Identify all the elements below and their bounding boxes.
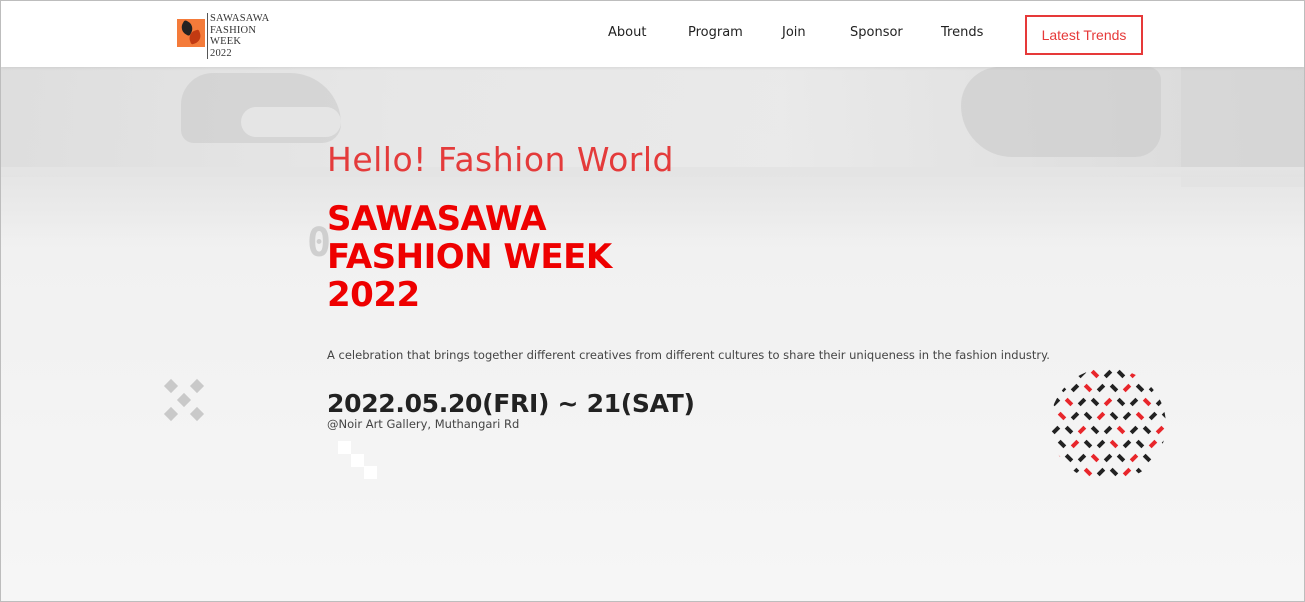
pattern-dash [1122, 439, 1132, 449]
hero-title-line-3: 2022 [327, 275, 420, 315]
pattern-dash [1083, 383, 1093, 393]
pattern-dash [1090, 397, 1100, 407]
pattern-dash [1057, 439, 1067, 449]
pattern-dash [1077, 397, 1087, 407]
pattern-dash [1116, 425, 1126, 435]
pattern-dash [1057, 411, 1067, 421]
pattern-dash [1096, 439, 1106, 449]
pattern-dash [1090, 369, 1100, 379]
nav-link-about[interactable]: About [608, 25, 646, 40]
pattern-dash [1064, 425, 1074, 435]
pattern-dash [1122, 411, 1132, 421]
event-date: 2022.05.20(FRI) ~ 21(SAT) [327, 389, 695, 418]
pattern-dash [1077, 453, 1087, 463]
pattern-dash [1083, 467, 1093, 477]
pattern-dash [1142, 397, 1152, 407]
pattern-dash [1129, 453, 1139, 463]
pattern-dash [1148, 411, 1158, 421]
pattern-dash [1116, 397, 1126, 407]
nav-link-program[interactable]: Program [688, 25, 743, 40]
pattern-dash [1077, 425, 1087, 435]
pattern-dash [1116, 453, 1126, 463]
pattern-dash [1135, 439, 1145, 449]
pattern-dash [1103, 397, 1113, 407]
pattern-dash [1083, 439, 1093, 449]
pattern-dash [1109, 383, 1119, 393]
x-cross-icon [163, 378, 205, 422]
pattern-dash [1090, 425, 1100, 435]
pattern-dash [1051, 425, 1061, 435]
hero-greeting: Hello! Fashion World [327, 140, 674, 179]
pattern-dash [1103, 369, 1113, 379]
hero-title: SAWASAWA FASHION WEEK 2022 [327, 200, 1087, 314]
pattern-dash [1103, 425, 1113, 435]
pattern-dash [1142, 425, 1152, 435]
shoe-sole-left [241, 107, 341, 137]
pattern-dash [1122, 467, 1132, 477]
pattern-dash [1129, 425, 1139, 435]
pattern-dash [1083, 411, 1093, 421]
pattern-dash [1070, 383, 1080, 393]
dotted-circle-pattern-icon [1051, 369, 1166, 477]
pattern-dash [1142, 453, 1152, 463]
pattern-dash [1096, 383, 1106, 393]
hero-title-line-1: SAWASAWA [327, 199, 547, 239]
pattern-dash [1116, 369, 1126, 379]
pattern-dash [1070, 439, 1080, 449]
pattern-dash [1135, 411, 1145, 421]
pattern-dash [1070, 411, 1080, 421]
hero-section: Hello! Fashion World SAWASAWA FASHION WE… [327, 140, 1087, 431]
hero-title-line-2: FASHION WEEK [327, 237, 612, 277]
pattern-dash [1109, 439, 1119, 449]
nav-link-join[interactable]: Join [782, 25, 806, 40]
pattern-dash [1148, 439, 1158, 449]
pattern-dash [1129, 397, 1139, 407]
pattern-dash [1064, 397, 1074, 407]
pattern-dash [1096, 467, 1106, 477]
event-venue: @Noir Art Gallery, Muthangari Rd [327, 417, 520, 431]
pattern-dash [1135, 383, 1145, 393]
nav-link-trends[interactable]: Trends [941, 25, 983, 40]
pattern-dash [1103, 453, 1113, 463]
pattern-dash [1064, 453, 1074, 463]
hero-description: A celebration that brings together diffe… [327, 348, 1050, 362]
pattern-dash [1109, 411, 1119, 421]
pattern-dash [1155, 425, 1165, 435]
site-header: SAWASAWA FASHION WEEK 2022 About Program… [1, 1, 1304, 67]
latest-trends-button[interactable]: Latest Trends [1025, 15, 1143, 55]
pattern-dash [1109, 467, 1119, 477]
pattern-dash [1096, 411, 1106, 421]
nav-link-sponsor[interactable]: Sponsor [850, 25, 903, 40]
pattern-dash [1122, 383, 1132, 393]
pattern-dash [1090, 453, 1100, 463]
